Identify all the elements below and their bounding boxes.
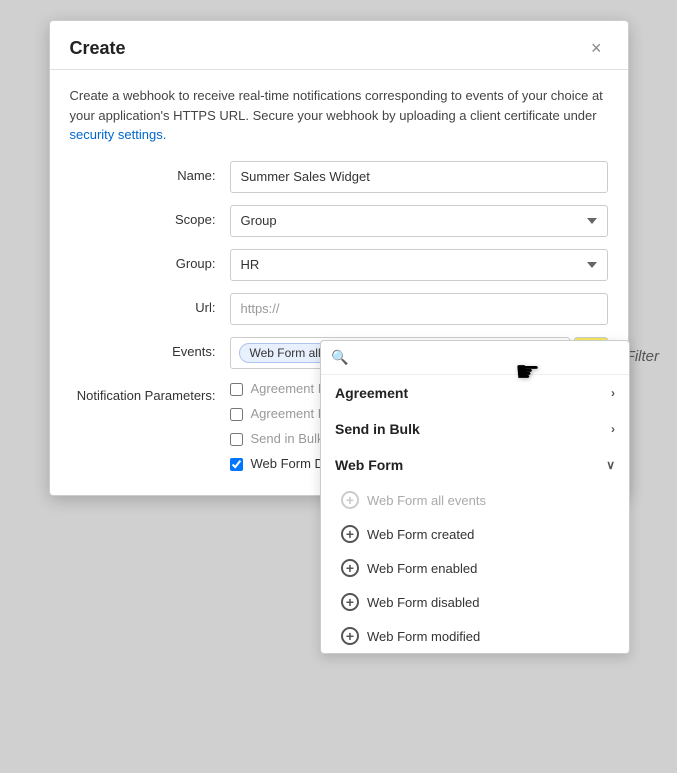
- dropdown-list: Agreement › Send in Bulk › Web Form ∨ + …: [321, 375, 629, 653]
- modal-header: Create ×: [50, 21, 628, 70]
- name-control: [230, 161, 608, 193]
- category-web-form[interactable]: Web Form ∨: [321, 447, 629, 483]
- plus-icon-disabled: +: [341, 593, 359, 611]
- checkbox-agreement-pa[interactable]: [230, 408, 243, 421]
- dropdown-item-label-enabled: Web Form enabled: [367, 561, 477, 576]
- dropdown-item-web-form-all[interactable]: + Web Form all events: [321, 483, 629, 517]
- security-settings-link[interactable]: security settings.: [70, 127, 167, 142]
- checkbox-send-in-bulk[interactable]: [230, 433, 243, 446]
- chevron-agreement-icon: ›: [611, 386, 615, 400]
- filter-label: Filter: [626, 348, 659, 365]
- search-icon: 🔍: [331, 349, 348, 366]
- dropdown-item-label-all: Web Form all events: [367, 493, 486, 508]
- url-input[interactable]: [230, 293, 608, 325]
- search-input[interactable]: [354, 350, 619, 365]
- group-row: Group: HR Finance Engineering: [70, 249, 608, 281]
- category-send-in-bulk[interactable]: Send in Bulk ›: [321, 411, 629, 447]
- dropdown-item-web-form-modified[interactable]: + Web Form modified: [321, 619, 629, 653]
- scope-control: Group Account User: [230, 205, 608, 237]
- group-select[interactable]: HR Finance Engineering: [230, 249, 608, 281]
- modal-title: Create: [70, 38, 126, 59]
- plus-icon-all: +: [341, 491, 359, 509]
- events-label: Events:: [70, 337, 230, 359]
- url-control: [230, 293, 608, 325]
- dropdown-item-label-created: Web Form created: [367, 527, 474, 542]
- category-send-in-bulk-label: Send in Bulk: [335, 421, 420, 437]
- scope-label: Scope:: [70, 205, 230, 227]
- scope-row: Scope: Group Account User: [70, 205, 608, 237]
- category-agreement[interactable]: Agreement ›: [321, 375, 629, 411]
- category-web-form-label: Web Form: [335, 457, 403, 473]
- scope-select[interactable]: Group Account User: [230, 205, 608, 237]
- events-dropdown: 🔍 Agreement › Send in Bulk › Web Form ∨ …: [320, 340, 630, 654]
- name-input[interactable]: [230, 161, 608, 193]
- dropdown-item-label-disabled: Web Form disabled: [367, 595, 479, 610]
- close-button[interactable]: ×: [585, 37, 608, 59]
- url-label: Url:: [70, 293, 230, 315]
- chevron-send-in-bulk-icon: ›: [611, 422, 615, 436]
- plus-icon-created: +: [341, 525, 359, 543]
- dropdown-item-web-form-disabled[interactable]: + Web Form disabled: [321, 585, 629, 619]
- plus-icon-modified: +: [341, 627, 359, 645]
- checkbox-web-form-do[interactable]: [230, 458, 243, 471]
- category-agreement-label: Agreement: [335, 385, 408, 401]
- name-row: Name:: [70, 161, 608, 193]
- group-control: HR Finance Engineering: [230, 249, 608, 281]
- modal-description: Create a webhook to receive real-time no…: [70, 86, 608, 145]
- event-tag-label: Web Form all...: [250, 346, 331, 360]
- chevron-web-form-icon: ∨: [606, 458, 615, 472]
- dropdown-item-web-form-created[interactable]: + Web Form created: [321, 517, 629, 551]
- web-form-items: + Web Form all events + Web Form created…: [321, 483, 629, 653]
- url-row: Url:: [70, 293, 608, 325]
- checkbox-agreement-inf[interactable]: [230, 383, 243, 396]
- notification-label: Notification Parameters:: [70, 381, 230, 403]
- name-label: Name:: [70, 161, 230, 183]
- dropdown-item-web-form-enabled[interactable]: + Web Form enabled: [321, 551, 629, 585]
- dropdown-item-label-modified: Web Form modified: [367, 629, 480, 644]
- plus-icon-enabled: +: [341, 559, 359, 577]
- search-box: 🔍: [321, 341, 629, 375]
- group-label: Group:: [70, 249, 230, 271]
